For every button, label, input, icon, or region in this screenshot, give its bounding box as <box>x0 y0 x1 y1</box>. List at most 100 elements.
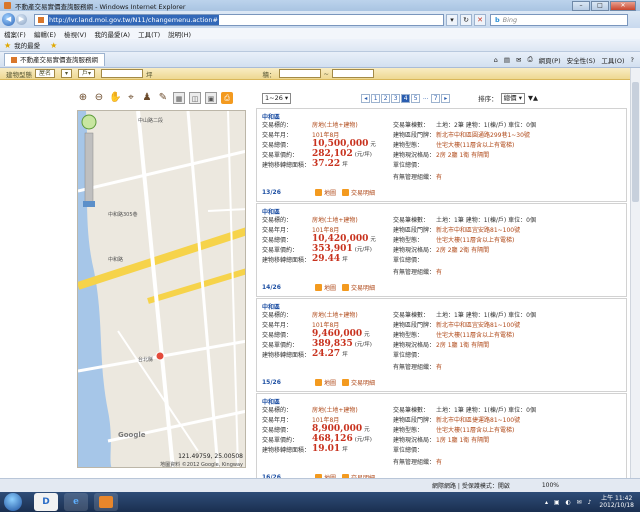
system-tray: ▴ ▣ ◐ ✉ ♪ 上午 11:42 2012/10/18 <box>545 495 634 509</box>
favorites-button[interactable]: 我的最愛 <box>14 40 40 50</box>
menu-tools[interactable]: 工具(T) <box>138 29 160 39</box>
eraser-icon[interactable]: ✎ <box>157 92 169 104</box>
menu-edit[interactable]: 編輯(E) <box>34 29 56 39</box>
menu-view[interactable]: 檢視(V) <box>64 29 87 39</box>
address-field[interactable]: http://lvr.land.moi.gov.tw/N11/changemen… <box>34 13 444 26</box>
map-button[interactable]: 地圖 <box>315 378 336 387</box>
stop-button[interactable]: ✕ <box>474 13 486 26</box>
detail-button[interactable]: 交易明細 <box>342 283 375 292</box>
feeds-icon[interactable]: ▤ <box>504 56 510 64</box>
page-link[interactable]: 3 <box>391 93 401 103</box>
page-link[interactable]: 1 <box>371 93 381 103</box>
page-link-current[interactable]: 4 <box>401 93 411 103</box>
photo-icon[interactable]: ▣ <box>205 92 217 104</box>
address-dropdown-button[interactable]: ▾ <box>446 13 458 26</box>
mail-icon[interactable]: ✉ <box>516 56 521 64</box>
menu-file[interactable]: 檔案(F) <box>4 29 26 39</box>
filter-bar: 建物型態 屋名 ▾ 戶▾ 坪 積： ~ <box>0 68 630 80</box>
address-toolbar: ◀ ▶ http://lvr.land.moi.gov.tw/N11/chang… <box>0 11 640 28</box>
listing-management: 有 <box>436 268 443 276</box>
pin-icon[interactable]: ♟ <box>141 92 153 104</box>
tab-current[interactable]: 不動產交易實價查詢服務網 <box>4 53 105 66</box>
page-link[interactable]: 2 <box>381 93 391 103</box>
filter-select-name[interactable]: 屋名 <box>35 69 56 78</box>
security-zone[interactable]: 網際網路 | 受保護模式：開啟 <box>432 481 510 490</box>
filter-select-2[interactable]: ▾ <box>61 69 73 78</box>
taskbar: D e ▴ ▣ ◐ ✉ ♪ 上午 11:42 2012/10/18 <box>0 492 640 512</box>
clock[interactable]: 上午 11:42 2012/10/18 <box>599 495 634 509</box>
map-button[interactable]: 地圖 <box>315 188 336 197</box>
home-icon[interactable]: ⌂ <box>494 56 498 64</box>
search-input[interactable]: b Bing <box>490 13 628 26</box>
listing-content: 土地：1筆 建物：1(棟/戶) 車位：0個 <box>436 311 536 319</box>
filter-unit: 坪 <box>146 70 153 79</box>
listing-content: 土地：2筆 建物：1(棟/戶) 車位：0個 <box>436 121 536 129</box>
filter-input-1[interactable] <box>101 69 144 78</box>
field-label: 交易標的： <box>262 216 293 224</box>
page-link[interactable]: 5 <box>411 93 421 103</box>
range-select[interactable]: 1~26 ▾ <box>262 92 292 104</box>
tray-icons[interactable]: ▴ ▣ ◐ ✉ ♪ <box>545 499 593 506</box>
listing-card[interactable]: 中和區 交易標的： 房地(土地+建物) 交易年月： 101年8月 交易總價： 10,420,… <box>256 203 627 297</box>
listing-unit-price: 389,835 <box>312 339 353 349</box>
listing-card[interactable]: 中和區 交易標的： 房地(土地+建物) 交易年月： 101年8月 交易總價： 8,900,0… <box>256 393 627 487</box>
listing-card[interactable]: 中和區 交易標的： 房地(土地+建物) 交易年月： 101年8月 交易總價： 10,500,… <box>256 108 627 202</box>
start-button[interactable] <box>4 493 22 511</box>
prev-page-button[interactable]: ◂ <box>361 93 371 103</box>
fullmap-icon[interactable]: ◫ <box>189 92 201 104</box>
pan-hand-icon[interactable]: ✋ <box>109 92 121 104</box>
listing-address: 新北市中和區圓通路299巷1~30號 <box>436 131 530 139</box>
tools-menu[interactable]: 工具(O) <box>601 55 624 65</box>
zoom-level[interactable]: 100% <box>542 482 559 489</box>
scrollbar-thumb[interactable] <box>632 82 639 202</box>
safety-menu[interactable]: 安全性(S) <box>567 55 596 65</box>
field-label: 交易筆棟數： <box>393 311 430 319</box>
map-button-label: 地圖 <box>324 380 337 387</box>
map-button-label: 地圖 <box>324 190 337 197</box>
next-page-button[interactable]: ▸ <box>441 93 451 103</box>
print-map-icon[interactable]: ⎙ <box>221 92 233 104</box>
close-button[interactable]: ✕ <box>610 0 636 11</box>
taskbar-app-d-icon[interactable]: D <box>34 493 58 511</box>
minimize-button[interactable]: – <box>572 0 590 11</box>
refresh-button[interactable]: ↻ <box>460 13 472 26</box>
back-button[interactable]: ◀ <box>2 13 15 26</box>
detail-button[interactable]: 交易明細 <box>342 188 375 197</box>
field-label: 建物區段門牌： <box>393 131 436 139</box>
zoom-in-icon[interactable]: ⊕ <box>77 92 89 104</box>
detail-button[interactable]: 交易明細 <box>342 378 375 387</box>
map-button[interactable]: 地圖 <box>315 283 336 292</box>
listing-card[interactable]: 中和區 交易標的： 房地(土地+建物) 交易年月： 101年8月 交易總價： 9,460,0… <box>256 298 627 392</box>
area-min-input[interactable] <box>278 69 321 78</box>
filter-select-3[interactable]: 戶▾ <box>78 69 96 78</box>
listing-content: 土地：1筆 建物：1(棟/戶) 車位：0個 <box>436 216 536 224</box>
menu-help[interactable]: 說明(H) <box>168 29 191 39</box>
page-menu[interactable]: 網頁(P) <box>539 55 561 65</box>
map-view[interactable]: 中山路二段 中和路305巷 中和路 台北縣 Google <box>77 110 246 468</box>
sort-select[interactable]: 總價 ▾ <box>500 92 525 104</box>
sort-value: 總價 <box>503 93 517 102</box>
menu-favorites[interactable]: 我的最愛(A) <box>95 29 131 39</box>
add-favorite-icon[interactable]: ★ <box>50 41 57 50</box>
help-menu[interactable]: ? <box>631 56 634 64</box>
measure-icon[interactable]: ⌖ <box>125 92 137 104</box>
sort-asc-icon[interactable]: ▲ <box>533 94 538 102</box>
zoom-out-icon[interactable]: ⊖ <box>93 92 105 104</box>
page-scrollbar[interactable] <box>630 68 640 492</box>
listing-details: 交易筆棟數： 土地：1筆 建物：1(棟/戶) 車位：0個 建物區段門牌： 新北市中和區… <box>393 214 625 276</box>
tab-bar: 不動產交易實價查詢服務網 ⌂ ▤ ✉ ⎙ 網頁(P) 安全性(S) 工具(O) … <box>0 52 640 68</box>
site-favicon-icon <box>38 16 44 23</box>
layer-icon[interactable]: ▦ <box>173 92 185 104</box>
print-icon[interactable]: ⎙ <box>527 55 532 64</box>
area-max-input[interactable] <box>332 69 374 78</box>
listing-details: 交易筆棟數： 土地：2筆 建物：1(棟/戶) 車位：0個 建物區段門牌： 新北市中和區… <box>393 119 625 181</box>
field-label: 交易單價約： <box>262 436 299 444</box>
maximize-button[interactable]: □ <box>591 0 609 11</box>
forward-button[interactable]: ▶ <box>16 14 27 25</box>
listing-layout: 2房 2廳 1衛 有隔間 <box>436 151 490 159</box>
listing-date: 101年8月 <box>312 321 340 329</box>
taskbar-ie-icon[interactable]: e <box>64 493 88 511</box>
page-link[interactable]: 7 <box>431 93 441 103</box>
field-label: 交易筆棟數： <box>393 121 430 129</box>
taskbar-folder-icon[interactable] <box>94 493 118 511</box>
